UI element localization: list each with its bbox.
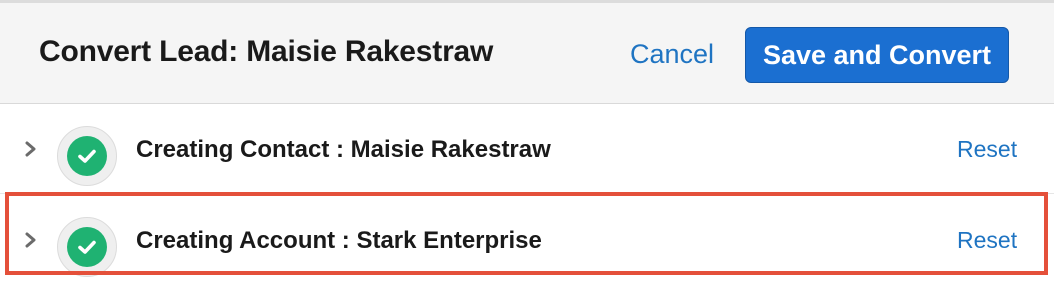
reset-link[interactable]: Reset [957,227,1017,254]
panel-row-contact[interactable]: Creating Contact : Maisie Rakestraw Rese… [0,104,1054,194]
reset-link[interactable]: Reset [957,136,1017,163]
panel-label: Creating Account : Stark Enterprise [136,227,542,254]
panel-label: Creating Contact : Maisie Rakestraw [136,136,551,163]
convert-lead-header: Convert Lead: Maisie Rakestraw Cancel Sa… [0,3,1054,104]
cancel-button[interactable]: Cancel [630,39,714,70]
check-circle-icon [57,126,117,186]
page-title: Convert Lead: Maisie Rakestraw [39,35,494,68]
chevron-right-icon[interactable] [22,231,40,249]
chevron-right-icon[interactable] [22,140,40,158]
save-and-convert-button[interactable]: Save and Convert [745,27,1009,83]
check-circle-icon [57,217,117,277]
panel-row-account[interactable]: Creating Account : Stark Enterprise Rese… [0,195,1054,284]
